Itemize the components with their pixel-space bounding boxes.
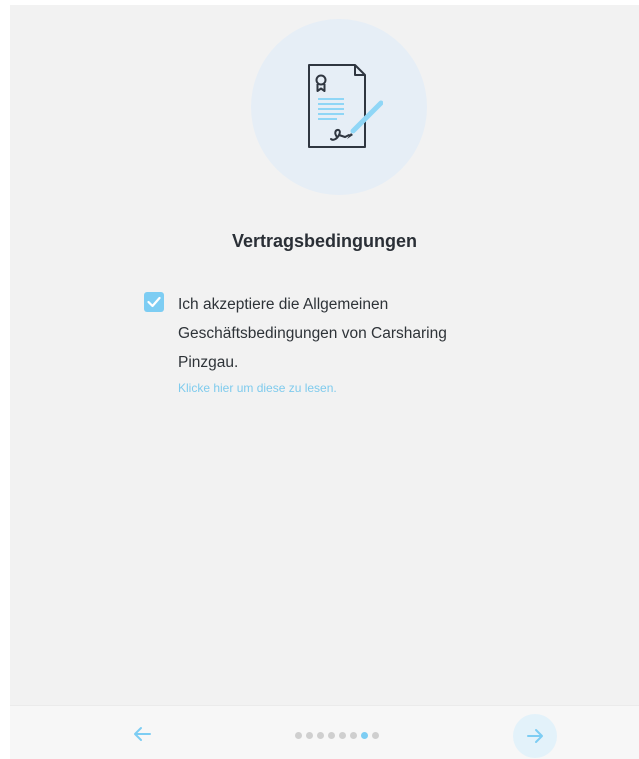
page-title: Vertragsbedingungen [231, 231, 418, 251]
contract-signing-icon [308, 64, 383, 148]
step-dot [350, 732, 357, 739]
hero-illustration [251, 19, 427, 195]
checkmark-icon [147, 296, 161, 308]
step-indicator [295, 732, 379, 740]
step-dot [317, 732, 324, 739]
step-dot [328, 732, 335, 739]
content-panel: Vertragsbedingungen Ich akzeptiere die A… [10, 5, 639, 705]
step-dot [339, 732, 346, 739]
step-dot-active [361, 732, 368, 739]
step-dot [372, 732, 379, 739]
step-dot [306, 732, 313, 739]
arrow-right-icon [527, 729, 543, 743]
consent-label: Ich akzeptiere die Allgemeinen Geschäfts… [178, 296, 447, 371]
read-terms-link[interactable]: Klicke hier um diese zu lesen. [178, 381, 337, 395]
accept-terms-checkbox[interactable] [144, 292, 164, 312]
arrow-left-icon [134, 727, 151, 741]
back-button[interactable] [128, 720, 156, 748]
next-button[interactable] [513, 714, 557, 758]
step-dot [295, 732, 302, 739]
navigation-bar [10, 705, 639, 759]
